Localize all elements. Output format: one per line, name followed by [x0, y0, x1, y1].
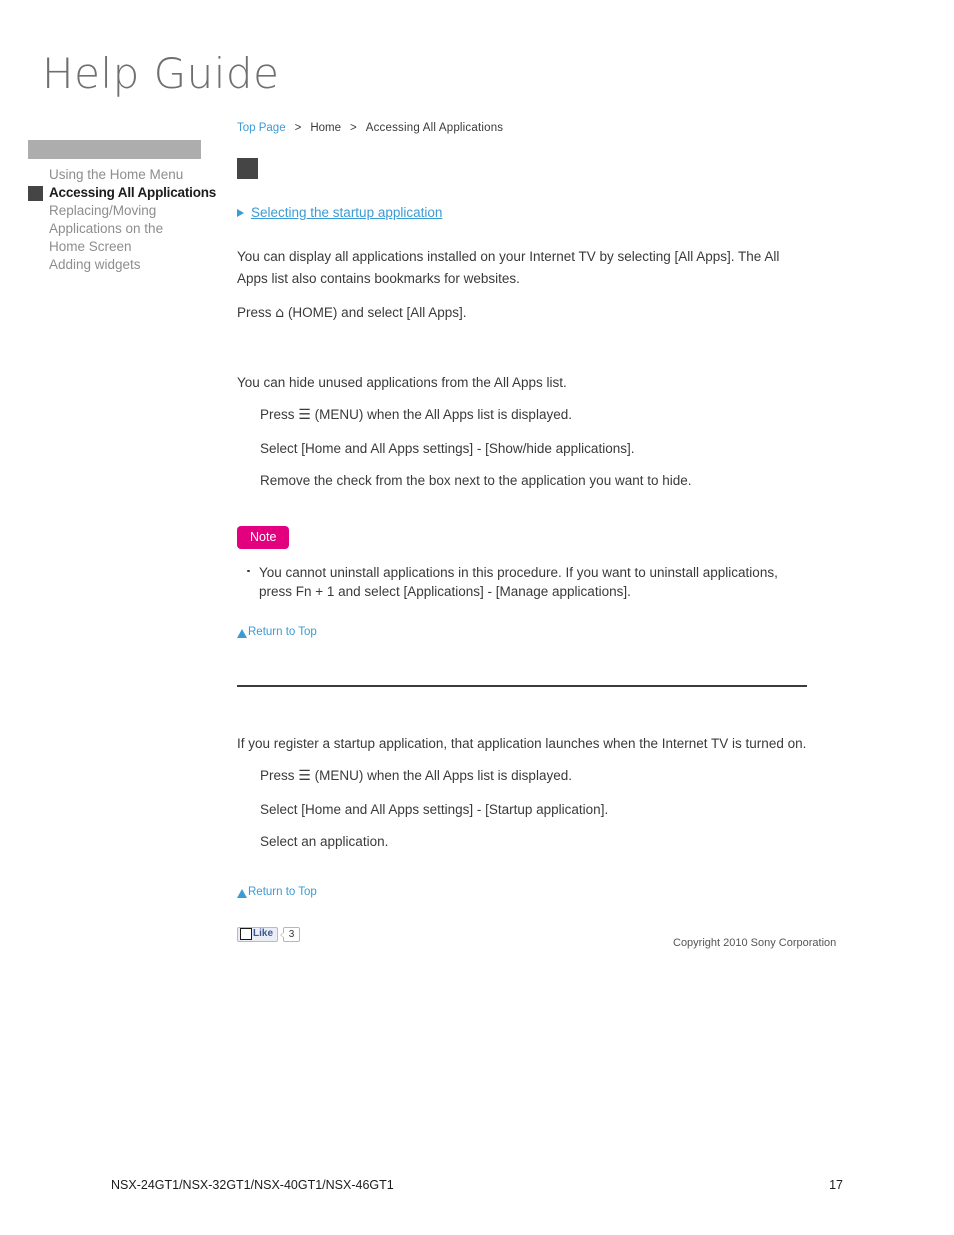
breadcrumb: Top Page > Home > Accessing All Applications — [237, 121, 503, 135]
note-block: Note You cannot uninstall applications i… — [237, 492, 807, 601]
like-button-label: Like — [253, 928, 274, 939]
hide-applications-steps: Press ☰ (MENU) when the All Apps list is… — [237, 404, 807, 492]
footer-model-numbers: NSX-24GT1/NSX-32GT1/NSX-40GT1/NSX-46GT1 — [111, 1178, 394, 1192]
startup-step-1: Press ☰ (MENU) when the All Apps list is… — [237, 765, 807, 788]
startup-application-steps: Press ☰ (MENU) when the All Apps list is… — [237, 765, 807, 853]
intro-paragraph: You can display all applications install… — [237, 249, 780, 286]
startup-step-1-prefix: Press — [260, 768, 295, 783]
main-content: Selecting the startup application You ca… — [237, 158, 807, 942]
breadcrumb-separator-2: > — [350, 122, 357, 134]
hide-step-2: Select [Home and All Apps settings] - [S… — [237, 438, 807, 460]
footer-page-number: 17 — [829, 1178, 843, 1192]
return-to-top-label: Return to Top — [248, 885, 317, 898]
startup-step-1-suffix: (MENU) when the All Apps list is display… — [314, 768, 572, 783]
sidebar-item-accessing-all-applications[interactable]: Accessing All Applications — [28, 184, 216, 202]
press-home-paragraph: Press ⌂ (HOME) and select [All Apps]. — [237, 302, 807, 325]
sidebar-item-replacing-moving-applications[interactable]: Replacing/Moving Applications on the Hom… — [28, 202, 199, 256]
startup-step-3: Select an application. — [237, 831, 807, 853]
return-to-top-link-2[interactable]: Return to Top — [237, 885, 317, 899]
home-icon: ⌂ — [275, 305, 285, 321]
sidebar-nav-list: Using the Home Menu Accessing All Applic… — [28, 166, 216, 274]
breadcrumb-current-page: Accessing All Applications — [365, 122, 504, 134]
hide-step-1: Press ☰ (MENU) when the All Apps list is… — [237, 404, 807, 427]
thumbs-up-icon — [240, 928, 252, 940]
menu-icon: ☰ — [298, 407, 311, 423]
startup-step-3-text: Select an application. — [260, 834, 389, 849]
triangle-up-icon — [237, 888, 247, 898]
sidebar-item-label: Accessing All Applications — [49, 185, 217, 200]
sidebar-item-using-the-home-menu[interactable]: Using the Home Menu — [28, 166, 201, 184]
sidebar-item-label: Replacing/Moving Applications on the Hom… — [49, 203, 164, 254]
startup-application-intro: If you register a startup application, t… — [237, 735, 807, 751]
hide-step-3-text: Remove the check from the box next to th… — [260, 473, 692, 488]
breadcrumb-link-top-page[interactable]: Top Page — [237, 122, 286, 134]
active-marker-square-icon — [28, 186, 43, 201]
sidebar-item-label: Using the Home Menu — [49, 167, 184, 182]
help-guide-logo: Help Guide — [42, 49, 280, 98]
copyright-text: Copyright 2010 Sony Corporation — [673, 937, 837, 949]
sidebar-item-adding-widgets[interactable]: Adding widgets — [28, 256, 201, 274]
breadcrumb-separator-1: > — [294, 122, 302, 134]
like-count-bubble: 3 — [280, 926, 301, 942]
note-item-text: You cannot uninstall applications in thi… — [259, 564, 778, 599]
like-button[interactable]: Like — [237, 926, 279, 942]
page-footer: NSX-24GT1/NSX-32GT1/NSX-40GT1/NSX-46GT1 … — [111, 1177, 843, 1193]
hide-applications-intro: You can hide unused applications from th… — [237, 374, 567, 390]
hide-step-1-prefix: Press — [260, 407, 295, 422]
triangle-right-icon — [237, 209, 244, 217]
hide-step-3: Remove the check from the box next to th… — [237, 470, 807, 492]
sidebar-header-banner — [28, 140, 201, 159]
section-divider — [237, 684, 807, 687]
startup-step-2-text: Select [Home and All Apps settings] - [S… — [260, 801, 609, 817]
sidebar: Using the Home Menu Accessing All Applic… — [28, 140, 216, 274]
menu-icon: ☰ — [298, 768, 311, 784]
sidebar-item-label: Adding widgets — [49, 257, 141, 272]
hide-step-1-suffix: (MENU) when the All Apps list is display… — [314, 407, 572, 422]
note-badge: Note — [237, 525, 290, 549]
like-count-value: 3 — [288, 928, 295, 940]
hide-step-2-text: Select [Home and All Apps settings] - [S… — [260, 440, 635, 456]
bullet-dot-icon — [247, 569, 250, 572]
press-home-prefix: Press — [237, 305, 272, 320]
triangle-up-icon — [237, 628, 247, 638]
jump-link-selecting-the-startup-application[interactable]: Selecting the startup application — [237, 204, 807, 222]
section-heading-image-placeholder — [237, 158, 258, 179]
return-to-top-label: Return to Top — [248, 625, 317, 638]
press-home-suffix: (HOME) and select [All Apps]. — [287, 305, 467, 320]
note-list: You cannot uninstall applications in thi… — [237, 563, 807, 601]
note-item: You cannot uninstall applications in thi… — [245, 563, 807, 601]
breadcrumb-link-home[interactable]: Home — [310, 122, 341, 134]
startup-step-2: Select [Home and All Apps settings] - [S… — [237, 799, 807, 821]
jump-link-label: Selecting the startup application — [251, 205, 443, 220]
return-to-top-link-1[interactable]: Return to Top — [237, 625, 317, 639]
